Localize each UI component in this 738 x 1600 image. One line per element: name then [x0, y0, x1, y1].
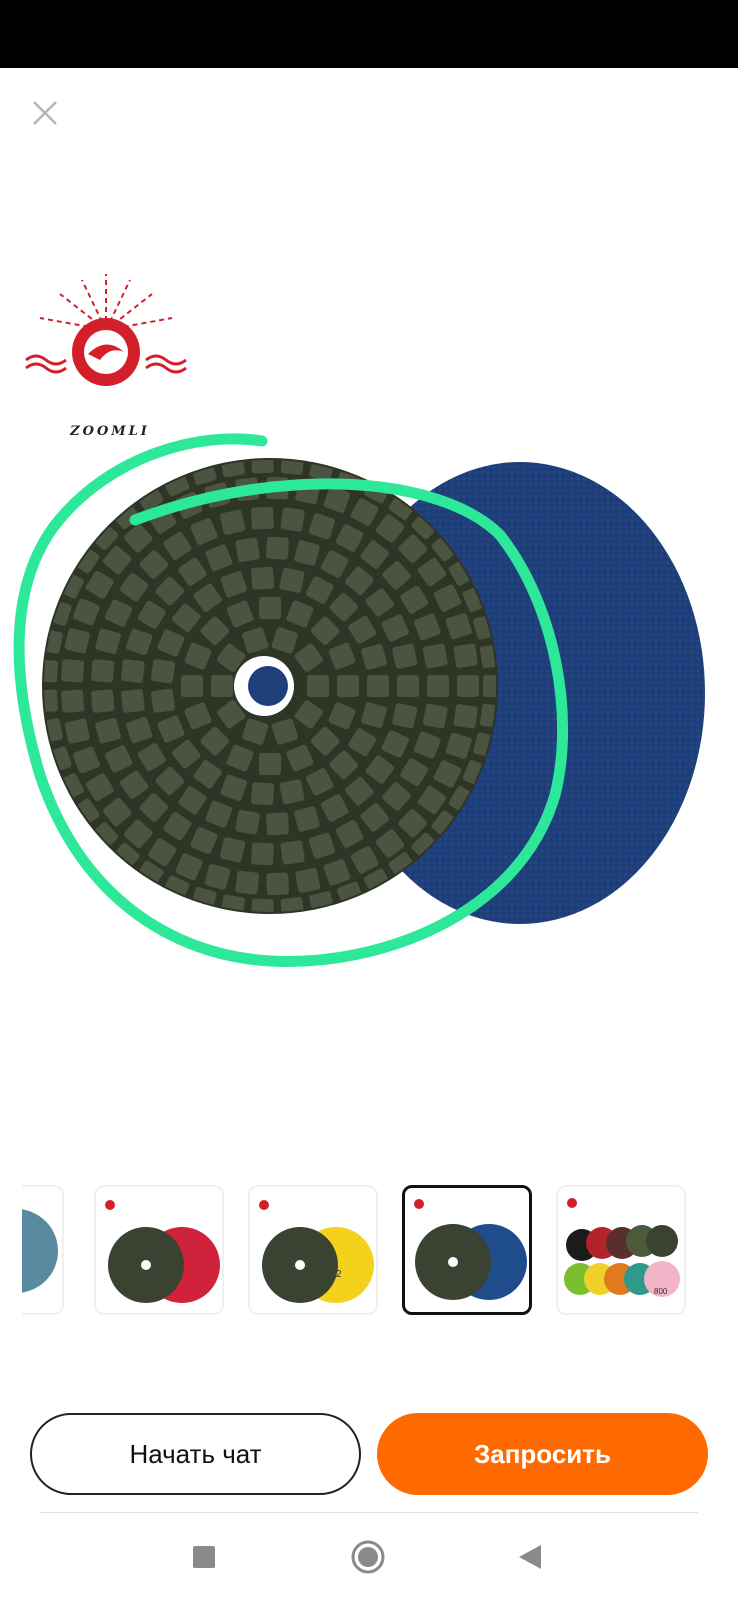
thumbnail-label: 800 — [654, 1287, 668, 1296]
pad-segment — [181, 675, 203, 697]
pad-segment — [280, 840, 305, 865]
pad-segment — [279, 567, 305, 593]
square-icon — [193, 1546, 215, 1568]
thumbnail-strip[interactable]: 2 800 — [22, 1185, 738, 1319]
pad-segment — [266, 872, 289, 896]
close-icon — [33, 101, 57, 125]
pad-segment — [367, 675, 389, 697]
recent-apps-button[interactable] — [182, 1535, 226, 1579]
pad-segment — [44, 718, 63, 744]
pad-segment — [280, 460, 305, 475]
pad-segment — [120, 689, 145, 713]
pad-segment — [44, 689, 59, 713]
pad-segment — [251, 506, 274, 530]
pad-segment — [280, 507, 305, 532]
pad-segment — [120, 659, 145, 683]
pad-segment — [251, 842, 274, 866]
close-button[interactable] — [24, 92, 66, 134]
request-button[interactable]: Запросить — [377, 1413, 708, 1495]
pad-segment — [392, 703, 418, 729]
pad-segment — [457, 675, 479, 697]
pad-segment — [337, 675, 359, 697]
thumbnail-3[interactable]: 2 — [248, 1185, 378, 1315]
pad-segment — [251, 782, 275, 806]
pad-segment — [251, 898, 274, 912]
pad-segment — [427, 675, 449, 697]
pad-segment — [90, 689, 115, 713]
pad-segment — [44, 628, 63, 654]
pad-segment — [150, 688, 176, 713]
pad-segment — [211, 675, 233, 697]
pad-segment — [295, 868, 321, 893]
pad-segment — [90, 659, 115, 683]
pad-segment — [453, 704, 478, 729]
pad-segment — [392, 643, 418, 669]
pad-segment — [397, 675, 419, 697]
pad-segment — [266, 536, 289, 560]
pad-segment — [251, 566, 275, 590]
pad-segment — [279, 779, 305, 805]
brand-name: ZOOMLI — [70, 424, 150, 439]
pad-segment — [259, 753, 281, 775]
circle-home-icon — [351, 1540, 385, 1574]
pad-segment — [423, 643, 448, 669]
pad-segment — [453, 643, 478, 668]
triangle-back-icon — [519, 1545, 541, 1569]
thumbnail-2[interactable] — [94, 1185, 224, 1315]
status-bar — [0, 0, 738, 68]
brand-logo — [22, 272, 190, 442]
back-button[interactable] — [508, 1535, 552, 1579]
thumbnail-4-selected[interactable] — [402, 1185, 532, 1315]
pad-segment — [235, 870, 260, 895]
pad-segment — [251, 460, 274, 474]
home-button[interactable] — [346, 1535, 390, 1579]
pad-segment — [150, 659, 176, 684]
pad-segment — [44, 659, 59, 683]
pad-segment — [220, 894, 245, 912]
pad-segment — [60, 659, 85, 683]
pad-segment — [423, 703, 448, 729]
thumbnail-1[interactable] — [22, 1185, 64, 1315]
pad-segment — [266, 812, 289, 836]
pad-segment — [235, 537, 260, 563]
thumbnail-label: 2 — [336, 1269, 342, 1280]
pad-segment — [60, 689, 85, 713]
pad-segment — [307, 675, 329, 697]
start-chat-button[interactable]: Начать чат — [30, 1413, 361, 1495]
pad-segment — [235, 809, 260, 835]
pad-segment — [220, 460, 245, 478]
pad-segment — [259, 597, 281, 619]
pad-segment — [280, 897, 305, 912]
system-nav-bar — [0, 1513, 738, 1600]
thumbnail-5[interactable]: 800 — [556, 1185, 686, 1315]
